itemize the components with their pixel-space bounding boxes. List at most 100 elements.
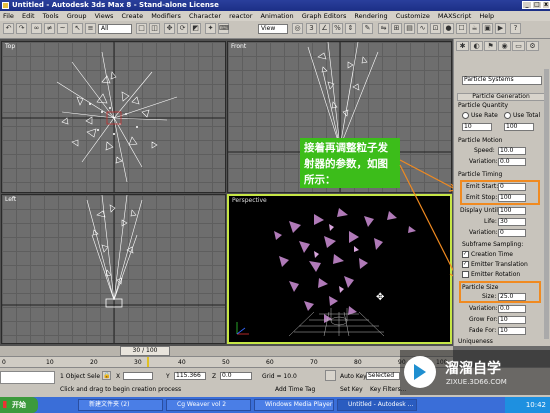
align-icon[interactable]: ⊞ (391, 23, 402, 34)
utilities-tab-icon[interactable]: ⚙ (526, 41, 539, 51)
size-variation-input[interactable]: 0.0 (498, 305, 526, 313)
unlink-icon[interactable]: ≠ (44, 23, 55, 34)
taskbar-item-media-player[interactable]: Windows Media Player (254, 399, 334, 411)
start-button[interactable]: 开始 (0, 397, 38, 413)
menu-edit[interactable]: Edit (22, 12, 35, 20)
modify-tab-icon[interactable]: ◐ (470, 41, 483, 51)
tick-label: 0 (2, 359, 6, 366)
key-mode-icon[interactable] (325, 370, 336, 381)
rollout-particle-generation[interactable]: Particle Generation (457, 93, 545, 101)
select-rotate-icon[interactable]: ⟳ (177, 23, 188, 34)
display-tab-icon[interactable]: ▭ (512, 41, 525, 51)
use-total-radio[interactable]: Use Total (504, 111, 540, 120)
menu-tools[interactable]: Tools (43, 12, 59, 20)
total-input[interactable]: 100 (504, 123, 534, 131)
bind-space-warp-icon[interactable]: ~ (57, 23, 68, 34)
select-scale-icon[interactable]: ◩ (190, 23, 201, 34)
select-move-icon[interactable]: ✥ (164, 23, 175, 34)
x-label: X (116, 373, 121, 380)
grow-for-input[interactable]: 10 (498, 316, 526, 324)
radio-dot-icon (504, 112, 511, 119)
link-icon[interactable]: ∞ (31, 23, 42, 34)
y-coordinate[interactable]: 115.366 (174, 372, 206, 380)
menu-modifiers[interactable]: Modifiers (151, 12, 181, 20)
speed-variation-input[interactable]: 0.0 (498, 158, 526, 166)
auto-key-button[interactable]: Auto Key (340, 373, 367, 380)
minimize-button[interactable]: _ (522, 1, 532, 9)
menu-graph-editors[interactable]: Graph Editors (302, 12, 347, 20)
time-slider-thumb[interactable]: 30 / 100 (120, 346, 170, 356)
use-rate-radio[interactable]: Use Rate (462, 111, 498, 120)
menu-help[interactable]: Help (479, 12, 494, 20)
z-coordinate[interactable]: 0.0 (220, 372, 252, 380)
emitter-rotation-checkbox[interactable]: Emitter Rotation (462, 270, 520, 279)
set-key-button[interactable]: Set Key (340, 386, 363, 393)
select-object-icon[interactable]: ↖ (72, 23, 83, 34)
maximize-button[interactable]: □ (532, 1, 542, 9)
pivot-center-icon[interactable]: ◎ (292, 23, 303, 34)
menu-customize[interactable]: Customize (396, 12, 430, 20)
snap-toggle-icon[interactable]: 3 (306, 23, 317, 34)
render-scene-icon[interactable]: ☐ (456, 23, 467, 34)
motion-tab-icon[interactable]: ◉ (498, 41, 511, 51)
window-crossing-icon[interactable]: ◫ (149, 23, 160, 34)
life-input[interactable]: 30 (498, 218, 526, 226)
menu-views[interactable]: Views (95, 12, 114, 20)
taskbar-item-3dsmax[interactable]: Untitled - Autodesk ... (337, 399, 417, 411)
viewport-top[interactable]: Top (1, 41, 226, 193)
percent-snap-icon[interactable]: % (332, 23, 343, 34)
schematic-view-icon[interactable]: ⊡ (430, 23, 441, 34)
panel-scrollbar[interactable] (544, 69, 549, 339)
rate-input[interactable]: 10 (462, 123, 492, 131)
time-slider[interactable]: 30 / 100 (0, 346, 453, 356)
menu-file[interactable]: File (3, 12, 14, 20)
menu-maxscript[interactable]: MAXScript (438, 12, 471, 20)
subframe-sampling-label: Subframe Sampling: (462, 241, 524, 248)
x-coordinate[interactable] (123, 372, 153, 380)
maxscript-listener[interactable] (0, 371, 55, 384)
mirror-icon[interactable]: ⇋ (378, 23, 389, 34)
menu-character[interactable]: Character (189, 12, 221, 20)
menu-reactor[interactable]: reactor (229, 12, 252, 20)
menu-rendering[interactable]: Rendering (354, 12, 387, 20)
spinner-snap-icon[interactable]: ⇕ (345, 23, 356, 34)
category-select[interactable]: Particle Systems (462, 76, 542, 85)
menu-create[interactable]: Create (122, 12, 144, 20)
material-editor-icon[interactable]: ● (443, 23, 454, 34)
help-icon[interactable]: ? (510, 23, 521, 34)
render-last-icon[interactable]: ▶ (495, 23, 506, 34)
menu-animation[interactable]: Animation (260, 12, 293, 20)
add-time-tag-button[interactable]: Add Time Tag (275, 386, 315, 393)
tick-label: 20 (90, 359, 98, 366)
named-selection-icon[interactable]: ✎ (362, 23, 373, 34)
menu-bar: File Edit Tools Group Views Create Modif… (0, 11, 550, 21)
layer-manager-icon[interactable]: ▤ (404, 23, 415, 34)
hierarchy-tab-icon[interactable]: ⚑ (484, 41, 497, 51)
speed-input[interactable]: 10.0 (498, 147, 526, 155)
select-by-name-icon[interactable]: ≡ (85, 23, 96, 34)
viewport-left[interactable]: Left (1, 194, 226, 344)
lock-icon[interactable]: 🔒 (102, 371, 111, 380)
select-manipulate-icon[interactable]: ✦ (205, 23, 216, 34)
display-until-input[interactable]: 100 (498, 207, 526, 215)
creation-time-checkbox[interactable]: ✓ Creation Time (462, 250, 513, 259)
select-region-icon[interactable]: □ (136, 23, 147, 34)
taskbar-item-cg-weaver[interactable]: Cg Weaver vol 2 (166, 399, 251, 411)
redo-icon[interactable]: ↷ (16, 23, 27, 34)
render-type-icon[interactable]: ▣ (482, 23, 493, 34)
close-button[interactable]: x (542, 1, 550, 9)
emitter-translation-checkbox[interactable]: ✓ Emitter Translation (462, 260, 528, 269)
life-variation-input[interactable]: 0 (498, 229, 526, 237)
taskbar-item-folder[interactable]: 新建文件夹 (2) (78, 399, 163, 411)
quick-render-icon[interactable]: ☕ (469, 23, 480, 34)
undo-icon[interactable]: ↶ (3, 23, 14, 34)
create-tab-icon[interactable]: ✱ (456, 41, 469, 51)
angle-snap-icon[interactable]: ∠ (319, 23, 330, 34)
fade-for-input[interactable]: 10 (498, 327, 526, 335)
menu-group[interactable]: Group (67, 12, 87, 20)
selection-set-select[interactable]: Selected (366, 372, 400, 380)
curve-editor-icon[interactable]: ∿ (417, 23, 428, 34)
keyboard-shortcut-icon[interactable]: ⌨ (218, 23, 229, 34)
reference-coordinate-select[interactable]: View (258, 24, 288, 34)
selection-filter-select[interactable]: All (98, 24, 132, 34)
